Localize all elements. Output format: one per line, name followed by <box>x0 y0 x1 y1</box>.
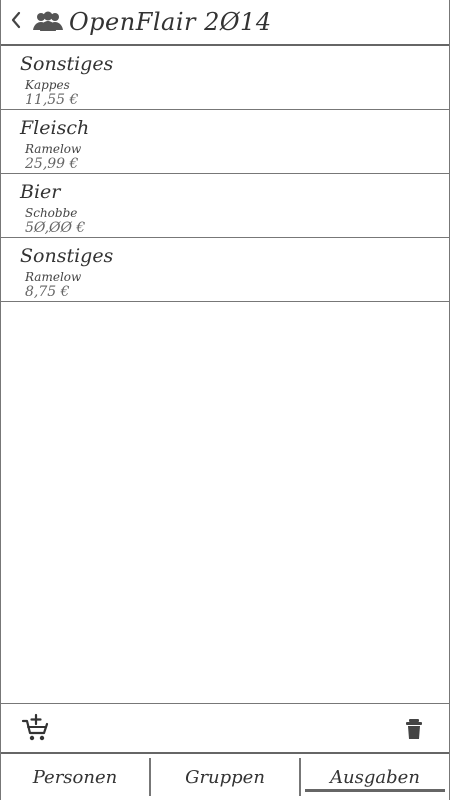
expense-item[interactable]: Fleisch Ramelow 25,99 € <box>1 110 449 174</box>
expense-category: Bier <box>20 181 61 203</box>
tab-label-ausgaben: Ausgaben <box>330 766 420 788</box>
tab-ausgaben[interactable]: Ausgaben <box>301 754 449 800</box>
tab-label-personen: Personen <box>32 766 118 788</box>
group-users-icon <box>31 7 65 37</box>
back-button[interactable] <box>5 0 27 45</box>
add-to-cart-icon <box>20 713 50 747</box>
expense-category: Sonstiges <box>20 245 114 267</box>
active-tab-indicator <box>305 789 445 792</box>
expense-category: Sonstiges <box>20 53 114 75</box>
action-toolbar <box>1 703 449 753</box>
expense-amount: 5Ø,ØØ € <box>25 220 86 236</box>
tab-label-gruppen: Gruppen <box>185 766 265 788</box>
tab-gruppen[interactable]: Gruppen <box>151 754 299 800</box>
header: OpenFlair 2Ø14 <box>1 0 449 46</box>
expense-person: Ramelow <box>25 142 82 156</box>
bottom-tab-bar: Personen Gruppen Ausgaben <box>1 752 449 800</box>
page-title: OpenFlair 2Ø14 <box>69 8 272 36</box>
expense-amount: 11,55 € <box>25 92 79 108</box>
expense-person: Ramelow <box>25 270 82 284</box>
expense-person: Kappes <box>25 78 70 92</box>
add-expense-button[interactable] <box>20 713 50 743</box>
expense-amount: 25,99 € <box>25 156 79 172</box>
delete-button[interactable] <box>403 717 425 741</box>
expense-amount: 8,75 € <box>25 284 70 300</box>
expense-item[interactable]: Sonstiges Ramelow 8,75 € <box>1 238 449 302</box>
tab-personen[interactable]: Personen <box>1 754 149 800</box>
expense-person: Schobbe <box>25 206 78 220</box>
app-screen: OpenFlair 2Ø14 Sonstiges Kappes 11,55 € … <box>0 0 450 800</box>
expense-item[interactable]: Sonstiges Kappes 11,55 € <box>1 46 449 110</box>
expense-item[interactable]: Bier Schobbe 5Ø,ØØ € <box>1 174 449 238</box>
expense-category: Fleisch <box>20 117 90 139</box>
chevron-left-icon <box>9 11 23 33</box>
trash-icon <box>403 719 425 745</box>
expense-list: Sonstiges Kappes 11,55 € Fleisch Ramelow… <box>1 46 449 703</box>
